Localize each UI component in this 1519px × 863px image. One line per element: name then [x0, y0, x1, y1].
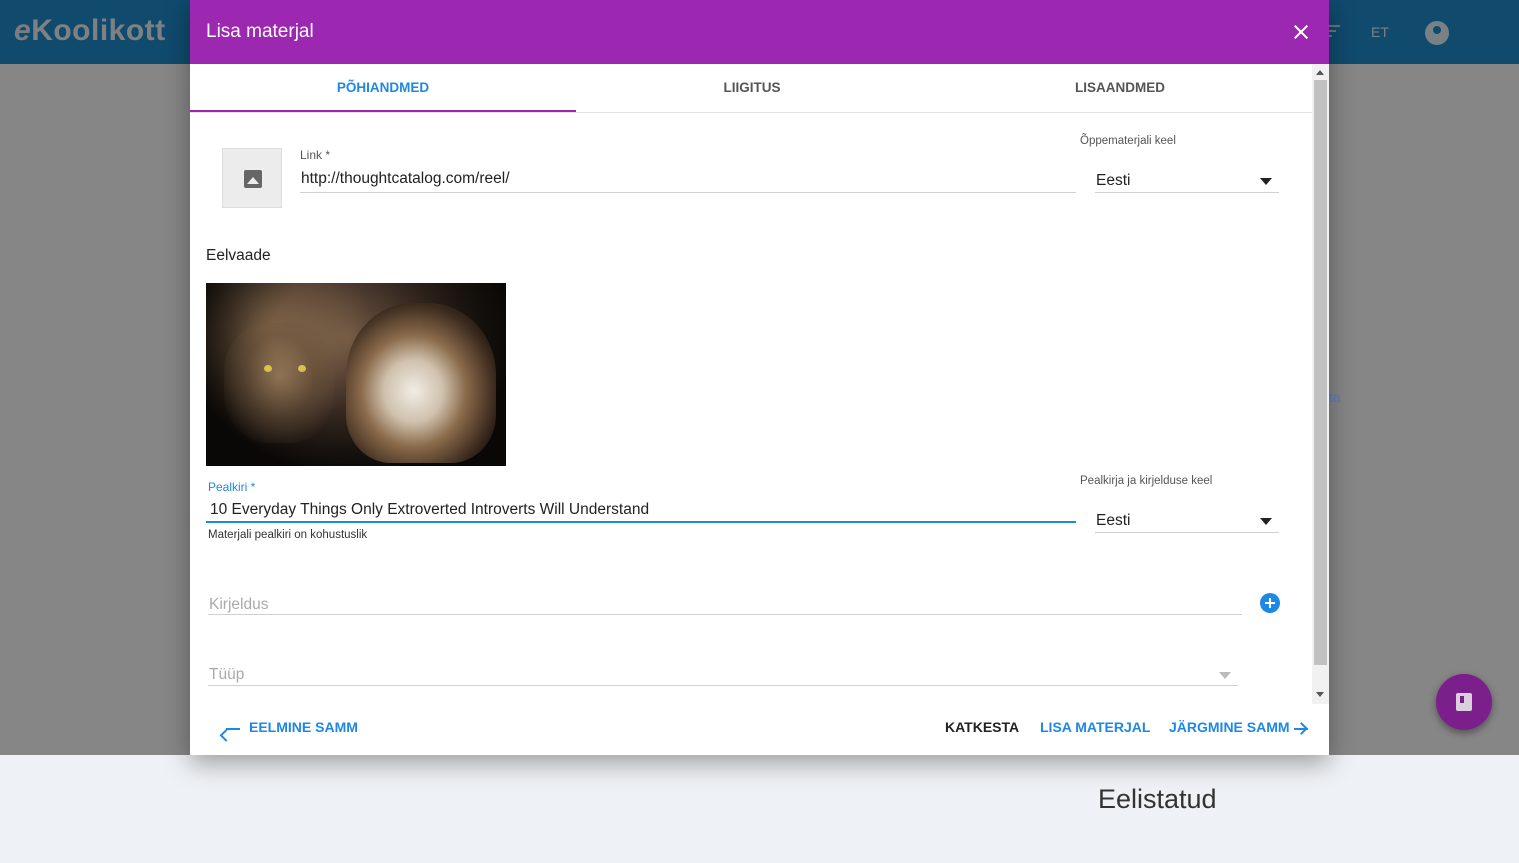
title-hint: Materjali pealkiri on kohustuslik	[208, 529, 368, 541]
preview-image	[206, 283, 506, 466]
description-input[interactable]: Kirjeldus	[209, 596, 268, 614]
link-label: Link *	[300, 148, 331, 162]
add-material-fab[interactable]	[1436, 674, 1492, 730]
dialog-tabs: PÕHIANDMED LIIGITUS LISAANDMED	[190, 64, 1312, 113]
background-link-fragment: ta	[1329, 389, 1341, 405]
scroll-up-icon[interactable]	[1316, 70, 1324, 75]
material-language-underline	[1095, 192, 1279, 193]
tab-lisaandmed[interactable]: LISAANDMED	[928, 64, 1312, 112]
title-language-select[interactable]: Eesti	[1096, 512, 1130, 530]
title-language-underline	[1095, 532, 1279, 533]
tab-pohiandmed[interactable]: PÕHIANDMED	[190, 64, 576, 112]
arrow-left-icon[interactable]	[219, 722, 241, 742]
close-icon[interactable]	[1289, 20, 1313, 44]
add-circle-icon[interactable]	[1260, 593, 1280, 613]
dropdown-caret-icon[interactable]	[1260, 178, 1272, 185]
description-underline	[208, 614, 1242, 615]
book-icon	[1456, 693, 1472, 711]
preview-heading: Eelvaade	[206, 247, 271, 264]
material-language-label: Õppematerjali keel	[1080, 135, 1176, 147]
type-select[interactable]: Tüüp	[209, 666, 244, 684]
title-input-underline	[206, 521, 1076, 523]
scroll-down-icon[interactable]	[1316, 692, 1324, 697]
dialog-title-bar: Lisa materjal	[190, 0, 1329, 64]
material-language-select[interactable]: Eesti	[1096, 172, 1130, 190]
scroll-thumb[interactable]	[1314, 80, 1327, 665]
dialog-title: Lisa materjal	[206, 21, 314, 42]
dialog-scrollbar[interactable]	[1312, 64, 1329, 704]
dropdown-caret-icon[interactable]	[1260, 518, 1272, 525]
arrow-right-icon[interactable]	[1293, 722, 1309, 736]
tab-liigitus[interactable]: LIIGITUS	[576, 64, 928, 112]
add-material-button[interactable]: LISA MATERJAL	[1040, 719, 1150, 739]
dropdown-caret-icon[interactable]	[1219, 672, 1231, 679]
type-underline	[208, 685, 1238, 686]
next-step-button[interactable]: JÄRGMINE SAMM	[1169, 719, 1290, 739]
previous-step-button[interactable]: EELMINE SAMM	[249, 719, 358, 739]
title-input[interactable]: 10 Everyday Things Only Extroverted Intr…	[210, 501, 649, 519]
thumbnail-upload[interactable]	[222, 148, 282, 208]
link-input-underline	[300, 192, 1076, 193]
page-footer: Eelistatud	[0, 755, 1519, 863]
cancel-button[interactable]: KATKESTA	[945, 719, 1019, 739]
title-language-label: Pealkirja ja kirjelduse keel	[1080, 475, 1213, 487]
image-placeholder-icon	[244, 170, 262, 188]
link-input[interactable]: http://thoughtcatalog.com/reel/	[301, 170, 510, 188]
title-label: Pealkiri *	[208, 480, 256, 494]
favorites-heading: Eelistatud	[1098, 784, 1217, 814]
add-material-dialog: Lisa materjal PÕHIANDMED LIIGITUS LISAAN…	[190, 0, 1329, 755]
